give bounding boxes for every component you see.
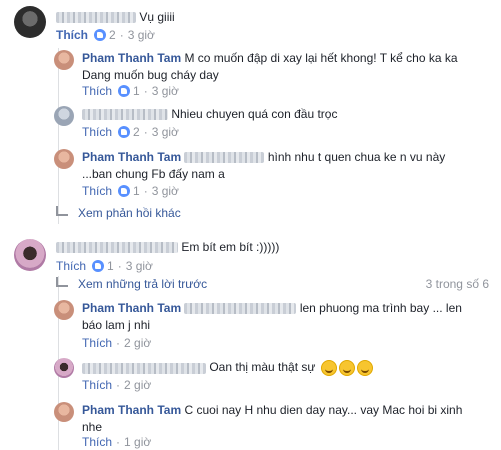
smile-emoji-icon bbox=[338, 360, 355, 376]
reply-text: Oan thị màu thật sự bbox=[209, 360, 316, 375]
comment-meta: Thích 2 · 3 giờ bbox=[56, 28, 155, 42]
reply-meta: Thích · 2 giờ bbox=[82, 336, 152, 350]
like-button[interactable]: Thích bbox=[82, 336, 112, 350]
author-name[interactable]: Pham Thanh Tam bbox=[82, 51, 181, 65]
redacted-mention[interactable] bbox=[184, 303, 297, 315]
watermark bbox=[472, 423, 493, 444]
avatar[interactable] bbox=[54, 50, 74, 70]
reply-text-line2: ...ban chung Fb đấy nam a bbox=[82, 167, 225, 181]
reply-text-line2: nhe bbox=[82, 420, 103, 434]
like-count[interactable]: 2 bbox=[109, 28, 116, 42]
reply-meta: Thích 1 · 3 giờ bbox=[82, 84, 179, 98]
reply: Pham Thanh Tam hình nhu t quen chua ke n… bbox=[82, 149, 445, 183]
timestamp[interactable]: 2 giờ bbox=[124, 378, 151, 392]
watermark-icon bbox=[472, 425, 490, 444]
like-icon bbox=[94, 29, 106, 41]
reply-text-line2: báo lam j nhi bbox=[82, 318, 151, 332]
avatar[interactable] bbox=[14, 239, 46, 271]
more-replies-link[interactable]: Xem phản hồi khác bbox=[56, 206, 181, 220]
reply: Pham Thanh Tam len phuong ma trình bay .… bbox=[82, 300, 462, 334]
reply-meta: Thích 1 · 3 giờ bbox=[82, 184, 179, 198]
like-button[interactable]: Thích bbox=[82, 435, 112, 449]
timestamp[interactable]: 3 giờ bbox=[128, 28, 155, 42]
avatar[interactable] bbox=[54, 300, 74, 320]
reply-meta: Thích · 2 giờ bbox=[82, 378, 152, 392]
redacted-name[interactable] bbox=[82, 109, 168, 121]
avatar[interactable] bbox=[54, 358, 74, 378]
avatar[interactable] bbox=[14, 6, 46, 38]
reply-arrow-icon bbox=[56, 206, 68, 216]
reply-meta: Thích · 1 giờ bbox=[82, 435, 152, 449]
like-icon bbox=[118, 85, 131, 97]
comment: Vụ giiii bbox=[56, 10, 175, 24]
comment-text: Em bít em bít :))))) bbox=[181, 240, 280, 254]
reply-count: 3 trong số 6 bbox=[425, 277, 489, 291]
reply-text: Nhieu chuyen quá con đầu trọc bbox=[171, 107, 338, 121]
smile-emoji-icon bbox=[320, 360, 337, 376]
author-name[interactable]: Pham Thanh Tam bbox=[82, 150, 181, 164]
redacted-name[interactable] bbox=[56, 242, 178, 254]
previous-replies-link[interactable]: Xem những trả lời trước bbox=[56, 277, 207, 291]
like-button[interactable]: Thích bbox=[56, 259, 86, 273]
redacted-mention[interactable] bbox=[184, 152, 265, 164]
like-button[interactable]: Thích bbox=[82, 378, 112, 392]
reply: Pham Thanh Tam M co muốn đập di xay lại … bbox=[82, 50, 458, 84]
like-button[interactable]: Thích bbox=[82, 125, 112, 139]
timestamp[interactable]: 3 giờ bbox=[152, 84, 179, 98]
avatar[interactable] bbox=[54, 149, 74, 169]
like-icon bbox=[118, 126, 131, 138]
timestamp[interactable]: 1 giờ bbox=[124, 435, 151, 449]
timestamp[interactable]: 3 giờ bbox=[152, 184, 179, 198]
author-name[interactable]: Pham Thanh Tam bbox=[82, 403, 181, 417]
like-button[interactable]: Thích bbox=[82, 184, 112, 198]
reply-meta: Thích 2 · 3 giờ bbox=[82, 125, 179, 139]
more-replies-label[interactable]: Xem phản hồi khác bbox=[78, 206, 181, 220]
author-name[interactable]: Pham Thanh Tam bbox=[82, 301, 181, 315]
timestamp[interactable]: 3 giờ bbox=[152, 125, 179, 139]
reply-text-line1: len phuong ma trình bay ... len bbox=[299, 301, 462, 315]
reply-text-line1: hình nhu t quen chua ke n vu này bbox=[267, 150, 446, 164]
like-button[interactable]: Thích bbox=[82, 84, 112, 98]
timestamp[interactable]: 3 giờ bbox=[126, 259, 153, 273]
reply: Pham Thanh Tam C cuoi nay H nhu dien day… bbox=[82, 402, 462, 436]
reply: Nhieu chuyen quá con đầu trọc bbox=[82, 107, 337, 121]
redacted-name[interactable] bbox=[56, 12, 136, 24]
like-icon bbox=[118, 185, 131, 197]
like-icon bbox=[92, 260, 105, 272]
smile-emoji-icon bbox=[356, 360, 373, 376]
comment-text: Vụ giiii bbox=[139, 10, 175, 24]
comment-meta: Thích 1 · 3 giờ bbox=[56, 259, 153, 273]
comment: Em bít em bít :))))) bbox=[56, 240, 279, 254]
like-button[interactable]: Thích bbox=[56, 28, 88, 42]
timestamp[interactable]: 2 giờ bbox=[124, 336, 151, 350]
reply-text-line1: C cuoi nay H nhu dien day nay... vay Mac… bbox=[184, 403, 463, 417]
thread-line bbox=[58, 48, 59, 224]
reply-arrow-icon bbox=[56, 277, 68, 287]
like-count[interactable]: 1 bbox=[133, 84, 140, 98]
like-count[interactable]: 2 bbox=[133, 125, 140, 139]
previous-replies-label[interactable]: Xem những trả lời trước bbox=[78, 277, 207, 291]
like-count[interactable]: 1 bbox=[107, 259, 114, 273]
avatar[interactable] bbox=[54, 106, 74, 126]
like-count[interactable]: 1 bbox=[133, 184, 140, 198]
reply: Oan thị màu thật sự bbox=[82, 360, 373, 376]
redacted-name[interactable] bbox=[82, 362, 206, 374]
reply-text-line1: M co muốn đập di xay lại hết khong! T kể… bbox=[184, 51, 458, 65]
avatar[interactable] bbox=[54, 402, 74, 422]
reply-text-line2: Dang muốn bug cháy day bbox=[82, 68, 219, 82]
